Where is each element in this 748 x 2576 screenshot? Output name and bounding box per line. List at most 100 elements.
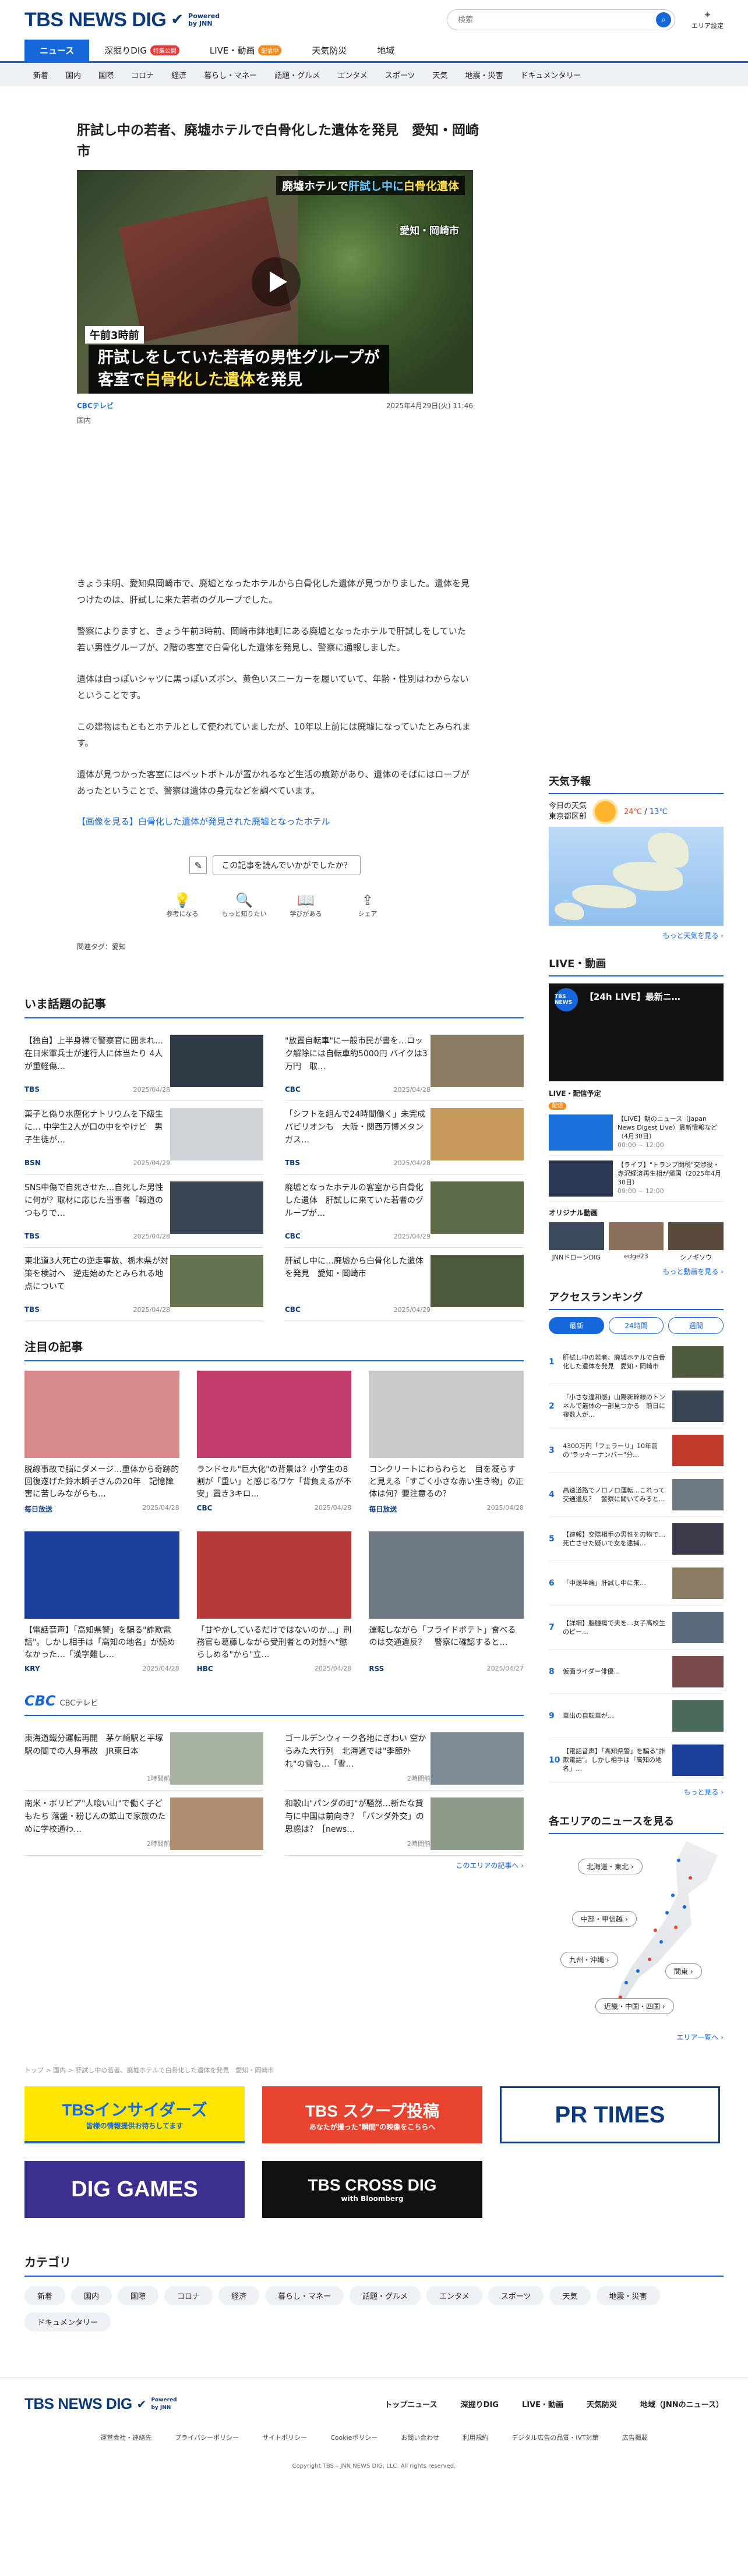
category-link-6[interactable]: 話題・グルメ [266, 69, 329, 80]
banner-0[interactable]: TBSインサイダーズ 皆様の情報提供お待ちしてます [24, 2086, 245, 2143]
featured-title[interactable]: 運転しながら「フライドポテト」食べるのは交通違反？ 警察に確認すると… [369, 1625, 524, 1661]
news-title[interactable]: 菓子と偽り水塵化ナトリウムを下級生に… 中学生2人が口の中をやけど 男子生徒が… [24, 1108, 170, 1159]
category-link-1[interactable]: 国内 [57, 69, 90, 80]
site-logo[interactable]: TBS NEWS DIG ✔ Powered by JNN [24, 9, 220, 31]
ranking-item[interactable]: 1 肝試し中の若者、廃墟ホテルで白骨化した遺体を発見 愛知・岡崎市 [549, 1340, 724, 1384]
footer-sublink-7[interactable]: 広告掲載 [622, 2433, 648, 2442]
featured-card[interactable]: 運転しながら「フライドポテト」食べるのは交通違反？ 警察に確認すると… RSS 20… [369, 1531, 524, 1673]
cbc-item[interactable]: 南米・ボリビア"人喰い山"で働く子どもたち 落盤・粉じんの鉱山で家族のために学校… [24, 1791, 263, 1856]
footer-link-4[interactable]: 地域（JNNのニュース） [640, 2398, 724, 2409]
footer-link-0[interactable]: トップニュース [384, 2398, 437, 2409]
related-tags[interactable]: 関連タグ：愛知 [77, 942, 524, 951]
featured-thumbnail[interactable] [369, 1371, 524, 1458]
featured-thumbnail[interactable] [196, 1531, 352, 1619]
ranking-item[interactable]: 7 【詳細】脳腫瘍で夫を…女子高校生のピー… [549, 1605, 724, 1650]
news-thumbnail[interactable] [170, 1108, 263, 1160]
ranking-item[interactable]: 4 高速道路でノロノロ運転…これって交通違反？ 警察に聞いてみると… [549, 1473, 724, 1517]
ranking-title[interactable]: 高速道路でノロノロ運転…これって交通違反？ 警察に聞いてみると… [563, 1486, 668, 1503]
breadcrumb[interactable]: トップ > 国内 > 肝試し中の若者、廃墟ホテルで白骨化した遺体を発見 愛知・岡… [0, 2065, 748, 2075]
live-video-player[interactable]: TBS NEWS 【24h LIVE】最新ニ… [549, 983, 724, 1081]
footer-link-1[interactable]: 深掘りDIG [461, 2398, 499, 2409]
ranking-thumbnail[interactable] [672, 1611, 724, 1643]
category-chip-11[interactable]: ドキュメンタリー [24, 2312, 111, 2331]
ranking-thumbnail[interactable] [672, 1434, 724, 1466]
cbc-title[interactable]: 南米・ボリビア"人喰い山"で働く子どもたち 落盤・粉じんの鉱山で家族のために学校… [24, 1797, 170, 1839]
search-input[interactable] [458, 15, 656, 24]
original-video-0[interactable]: JNNドローンDIG [549, 1222, 604, 1262]
gnav-item-4[interactable]: 地域 [362, 40, 410, 61]
ranking-thumbnail[interactable] [672, 1655, 724, 1687]
ranking-tab-0[interactable]: 最新 [549, 1317, 604, 1334]
ranking-title[interactable]: 仮面ライダー俳優… [563, 1667, 668, 1676]
category-link-9[interactable]: 天気 [424, 69, 456, 80]
news-title[interactable]: 「シフトを組んで24時間働く」未完成パビリオンも 大阪・関西万博メタンガス… [285, 1108, 431, 1159]
gnav-item-3[interactable]: 天気防災 [297, 40, 362, 61]
ranking-tab-2[interactable]: 週間 [668, 1317, 724, 1334]
ranking-item[interactable]: 3 4300万円「フェラーリ」10年前の"ラッキーナンバー"分… [549, 1428, 724, 1473]
live-list-item[interactable]: 【ライブ】"トランプ関税"交渉役・赤沢経済再生相が帰国（2025年4月30日） 0… [549, 1156, 724, 1202]
footer-sublink-1[interactable]: プライバシーポリシー [175, 2433, 239, 2442]
gnav-item-1[interactable]: 深掘りDIG 特集公開 [89, 40, 195, 61]
featured-title[interactable]: 脱線事故で脳にダメージ…重体から奇跡的回復遂げた鈴木瞬子さんの20年 記憶障害に… [24, 1464, 179, 1501]
category-link-5[interactable]: 暮らし・マネー [195, 69, 266, 80]
feedback-button-1[interactable]: 🔍 もっと知りたい [221, 891, 267, 918]
cbc-title[interactable]: ゴールデンウィーク各地にぎわい 空からみた大行列 北海道では"季節外れ"の雪も…… [285, 1732, 431, 1774]
original-video-1[interactable]: edge23 [608, 1222, 664, 1262]
news-item[interactable]: 東北道3人死亡の逆走事故、栃木県が対策を検討へ 逆走始めたとみられる地点について… [24, 1248, 263, 1321]
weather-map[interactable] [549, 827, 724, 926]
video-more-link[interactable]: もっと動画を見る › [549, 1266, 724, 1276]
ranking-item[interactable]: 9 車出の自転車が… [549, 1694, 724, 1738]
live-thumbnail[interactable] [549, 1114, 613, 1151]
featured-thumbnail[interactable] [24, 1531, 179, 1619]
ranking-title[interactable]: 【電話音声】「高知県警」を騙る"詐欺電話"。しかし相手は「高知の地名」… [563, 1747, 668, 1773]
category-chip-5[interactable]: 暮らし・マネー [265, 2286, 344, 2305]
news-item[interactable]: 「シフトを組んで24時間働く」未完成パビリオンも 大阪・関西万博メタンガス… TB… [285, 1101, 524, 1174]
footer-link-3[interactable]: 天気防災 [587, 2398, 617, 2409]
cbc-item[interactable]: ゴールデンウィーク各地にぎわい 空からみた大行列 北海道では"季節外れ"の雪も…… [285, 1725, 524, 1791]
photo-gallery-link[interactable]: 【画像を見る】白骨化した遺体が発見された廃墟となったホテル [77, 815, 524, 827]
category-link-2[interactable]: 国際 [90, 69, 122, 80]
article-video[interactable]: 廃墟ホテルで肝試し中に白骨化遺体 愛知・岡崎市 午前3時前 肝試しをしていた若者… [77, 170, 473, 394]
footer-sublink-4[interactable]: お問い合わせ [401, 2433, 439, 2442]
footer-sublink-5[interactable]: 利用規約 [463, 2433, 488, 2442]
footer-sublink-0[interactable]: 運営会社・連絡先 [100, 2433, 151, 2442]
banner-2[interactable]: PR TIMES [500, 2086, 720, 2143]
area-button-3[interactable]: 関東 › [665, 1963, 702, 1979]
article-source[interactable]: CBCテレビ [77, 401, 114, 411]
cbc-title[interactable]: 和歌山"パンダの町"が騒然…新たな貸与に中国は前向き？「パンダ外交」の思惑は？［… [285, 1797, 431, 1839]
news-title[interactable]: 肝試し中に…廃墟から白骨化した遺体を発見 愛知・岡崎市 [285, 1255, 431, 1305]
original-video-2[interactable]: シノギソウ [668, 1222, 724, 1262]
area-button-4[interactable]: 近畿・中国・四国 › [595, 1998, 674, 2014]
original-thumbnail[interactable] [549, 1222, 604, 1250]
news-item[interactable]: 【独自】上半身裸で警察官に囲まれ…在日米軍兵士が逮行人に体当たり 4人が重軽傷…… [24, 1028, 263, 1101]
cbc-title[interactable]: 東海道鐵分運転再開 茅ケ崎駅と平塚駅の間での人身事故 JR東日本 [24, 1732, 170, 1774]
news-title[interactable]: 廃墟となったホテルの客室から白骨化した遺体 肝試しに来ていた若者のグループが… [285, 1181, 431, 1232]
gnav-item-2[interactable]: LIVE・動画 配信中 [195, 40, 297, 61]
feedback-button-3[interactable]: ⇪ シェア [344, 891, 391, 918]
category-link-3[interactable]: コロナ [122, 69, 163, 80]
news-item[interactable]: 肝試し中に…廃墟から白骨化した遺体を発見 愛知・岡崎市 CBC 2025/04/29 [285, 1248, 524, 1321]
weather-more-link[interactable]: もっと天気を見る › [549, 930, 724, 940]
area-more-link[interactable]: エリア一覧へ › [549, 2032, 724, 2042]
featured-thumbnail[interactable] [369, 1531, 524, 1619]
area-button-0[interactable]: 北海道・東北 › [578, 1859, 643, 1874]
featured-thumbnail[interactable] [196, 1371, 352, 1458]
footer-link-2[interactable]: LIVE・動画 [522, 2398, 563, 2409]
news-title[interactable]: SNS中傷で自死させた…自死した男性に何が？取材に応じた当事者「報道のつもりで… [24, 1181, 170, 1232]
news-item[interactable]: 廃墟となったホテルの客室から白骨化した遺体 肝試しに来ていた若者のグループが… C… [285, 1174, 524, 1248]
article-genre[interactable]: 国内 [77, 415, 524, 425]
search-icon[interactable]: ⌕ [656, 12, 671, 27]
news-thumbnail[interactable] [431, 1108, 524, 1160]
cbc-thumbnail[interactable] [431, 1797, 524, 1850]
category-chip-1[interactable]: 国内 [71, 2286, 112, 2305]
category-link-7[interactable]: エンタメ [329, 69, 376, 80]
footer-sublink-2[interactable]: サイトポリシー [262, 2433, 307, 2442]
ranking-title[interactable]: 「中途半端」肝試し中に来… [563, 1579, 668, 1587]
cbc-more-link[interactable]: このエリアの記事へ › [24, 1860, 524, 1870]
category-link-4[interactable]: 経済 [163, 69, 195, 80]
news-thumbnail[interactable] [170, 1255, 263, 1307]
live-item-title[interactable]: 【ライブ】"トランプ関税"交渉役・赤沢経済再生相が帰国（2025年4月30日） [618, 1160, 724, 1187]
ranking-title[interactable]: 車出の自転車が… [563, 1711, 668, 1720]
featured-title[interactable]: 【電話音声】「高知県警」を騙る"詐欺電話"。しかし相手は「高知の地名」が読めなか… [24, 1625, 179, 1661]
original-thumbnail[interactable] [668, 1222, 724, 1250]
